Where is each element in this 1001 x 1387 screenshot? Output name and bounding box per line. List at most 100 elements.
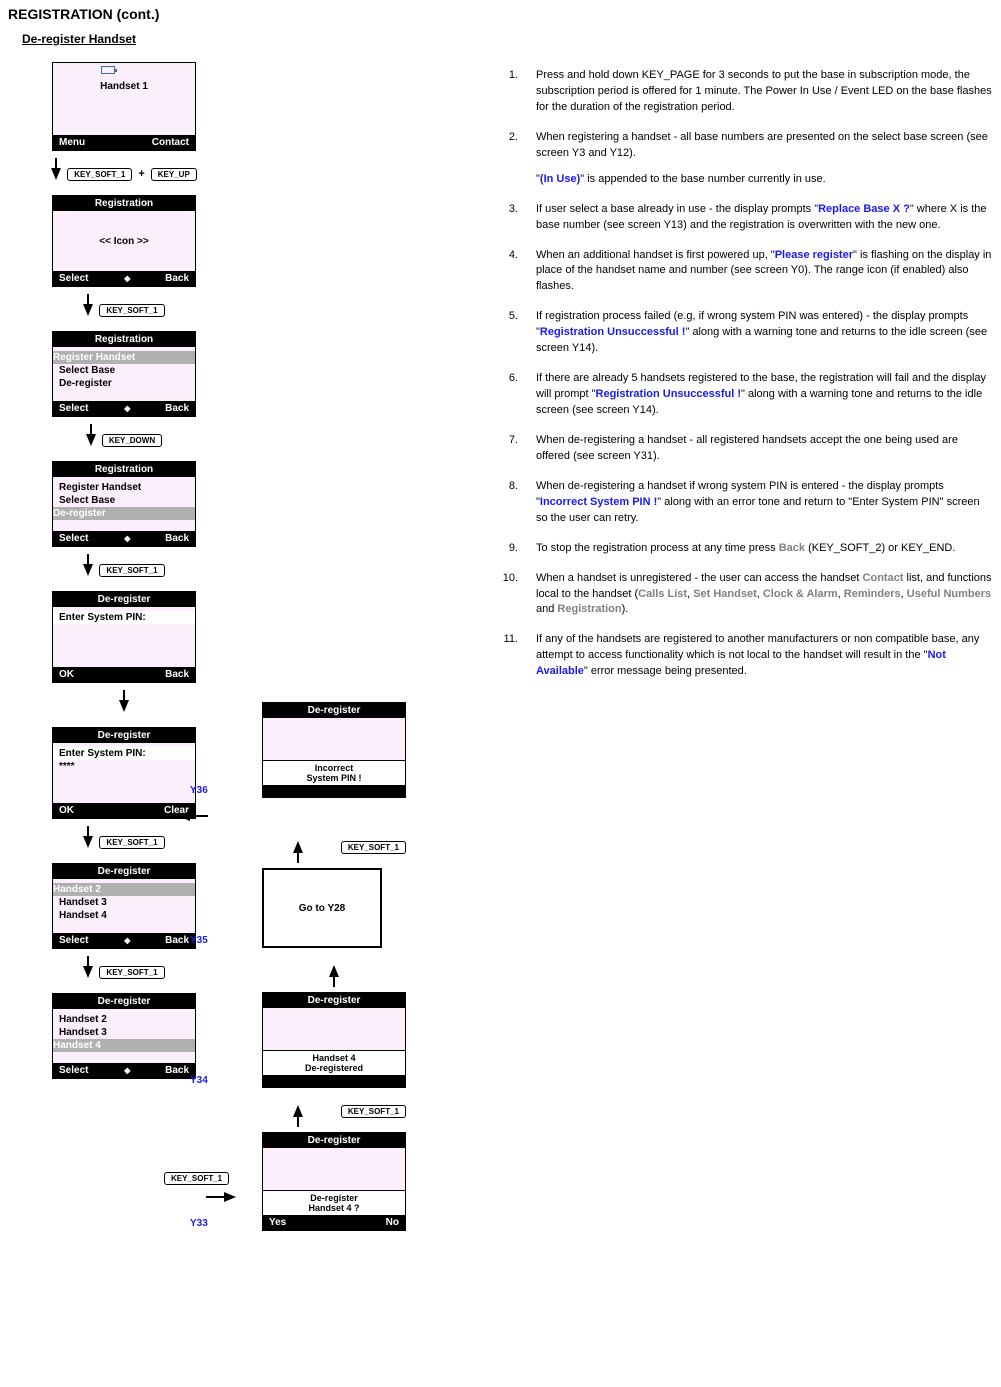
arrow-down-icon xyxy=(119,700,129,712)
prompt-text: Enter System PIN: xyxy=(53,747,195,760)
pin-input[interactable]: **** xyxy=(59,760,189,773)
note-number: 5. xyxy=(498,309,518,357)
page-title: REGISTRATION (cont.) xyxy=(8,6,993,22)
softkey-right[interactable]: Back xyxy=(165,935,189,946)
arrow-up-icon xyxy=(293,841,303,853)
list-item[interactable]: De-register xyxy=(59,377,189,390)
message-line: De-registered xyxy=(305,1063,363,1073)
screen-title: De-register xyxy=(53,592,195,607)
list-item[interactable]: Register Handset xyxy=(59,481,189,494)
list-item[interactable]: Handset 4 xyxy=(59,909,189,922)
arrow-down-icon xyxy=(83,304,93,316)
nav-updown-icon: ◆ xyxy=(124,404,129,413)
screen-label: Y35 xyxy=(190,935,208,946)
softkey-right[interactable]: Back xyxy=(165,669,189,680)
notes-column: 1.Press and hold down KEY_PAGE for 3 sec… xyxy=(498,62,993,694)
screen-y33: Y33 KEY_SOFT_1 De-register De-register H… xyxy=(218,1132,408,1231)
list-item[interactable]: Handset 2 xyxy=(53,883,195,896)
list-item[interactable]: Handset 3 xyxy=(59,1026,189,1039)
note-item: 8.When de-registering a handset if wrong… xyxy=(498,479,993,527)
key-pill: KEY_SOFT_1 xyxy=(99,304,164,317)
softkey-left[interactable]: Select xyxy=(59,935,88,946)
note-number: 11. xyxy=(498,632,518,680)
softkey-left[interactable]: Select xyxy=(59,1065,88,1076)
nav-updown-icon: ◆ xyxy=(124,1066,129,1075)
softkey-right[interactable]: Back xyxy=(165,273,189,284)
list-item[interactable]: De-register xyxy=(53,507,195,520)
note-item: 9.To stop the registration process at an… xyxy=(498,541,993,557)
softkey-left[interactable]: Menu xyxy=(59,137,85,148)
screen-y25: Y25 Handset 1 Menu Contact xyxy=(8,62,198,151)
softkey-left[interactable]: OK xyxy=(59,669,74,680)
screen-title: Registration xyxy=(53,196,195,211)
note-text: If user select a base already in use - t… xyxy=(536,202,993,234)
note-number: 6. xyxy=(498,371,518,419)
key-pill: KEY_SOFT_1 xyxy=(341,841,406,854)
arrow-down-icon xyxy=(51,168,61,180)
softkey-left[interactable]: Yes xyxy=(269,1217,286,1228)
prompt-text: Enter System PIN: xyxy=(53,611,195,624)
note-item: 3. If user select a base already in use -… xyxy=(498,202,993,234)
handset-name: Handset 1 xyxy=(59,81,189,92)
arrow-up-icon xyxy=(293,1105,303,1117)
message-line: Handset 4 ? xyxy=(308,1203,359,1213)
note-text: When a handset is unregistered - the use… xyxy=(536,571,993,619)
note-number: 9. xyxy=(498,541,518,557)
screen-y32: Y32 De-register Handset 2 Handset 3 Hand… xyxy=(8,993,198,1079)
screen-title: De-register xyxy=(263,993,405,1008)
note-text: If any of the handsets are registered to… xyxy=(536,632,993,680)
softkey-right[interactable]: Contact xyxy=(152,137,189,148)
key-pill: KEY_SOFT_1 xyxy=(99,966,164,979)
screen-y36: Y36 De-register Incorrect System PIN ! xyxy=(218,702,408,798)
screen-title: Registration xyxy=(53,332,195,347)
screen-y34: Y34 De-register Handset 4 De-registered xyxy=(218,992,408,1088)
note-text: If registration process failed (e.g, if … xyxy=(536,309,993,357)
note-number: 7. xyxy=(498,433,518,465)
softkey-right[interactable]: Back xyxy=(165,533,189,544)
arrow-down-icon xyxy=(83,564,93,576)
softkey-left[interactable]: Select xyxy=(59,403,88,414)
screen-title: De-register xyxy=(263,1133,405,1148)
note-item: 7. When de-registering a handset - all re… xyxy=(498,433,993,465)
arrow-up-icon xyxy=(329,965,339,977)
note-item: 1.Press and hold down KEY_PAGE for 3 sec… xyxy=(498,68,993,116)
note-item: 4.When an additional handset is first po… xyxy=(498,248,993,296)
list-item[interactable]: Handset 2 xyxy=(59,1013,189,1026)
screen-title: De-register xyxy=(263,703,405,718)
key-pill: KEY_DOWN xyxy=(102,434,162,447)
softkey-right[interactable]: Back xyxy=(165,403,189,414)
key-pill: KEY_UP xyxy=(151,168,197,181)
list-item[interactable]: Select Base xyxy=(59,494,189,507)
section-title: De-register Handset xyxy=(22,32,993,46)
list-item[interactable]: Handset 4 xyxy=(53,1039,195,1052)
note-item: 5. If registration process failed (e.g, i… xyxy=(498,309,993,357)
softkey-left[interactable]: OK xyxy=(59,805,74,816)
note-number: 3. xyxy=(498,202,518,234)
softkey-left[interactable]: Select xyxy=(59,273,88,284)
key-pill: KEY_SOFT_1 xyxy=(99,836,164,849)
screen-y26: Y26 Registration << Icon >> Select ◆ Bac… xyxy=(8,195,198,287)
icon-placeholder: << Icon >> xyxy=(99,236,148,247)
softkey-right[interactable]: Back xyxy=(165,1065,189,1076)
key-pill: KEY_SOFT_1 xyxy=(99,564,164,577)
arrow-down-icon xyxy=(86,434,96,446)
screen-y35: Y35 Go to Y28 xyxy=(218,868,408,948)
note-text: When de-registering a handset if wrong s… xyxy=(536,479,993,527)
list-item[interactable]: Register Handset xyxy=(53,351,195,364)
list-item[interactable]: Select Base xyxy=(59,364,189,377)
screen-y28: Y28 Registration Register Handset Select… xyxy=(8,461,198,547)
arrow-left-icon xyxy=(178,811,190,821)
arrow-down-icon xyxy=(83,836,93,848)
note-item: 6.If there are already 5 handsets regist… xyxy=(498,371,993,419)
screen-title: De-register xyxy=(53,728,195,743)
screen-y30: Y30 De-register Enter System PIN: **** O… xyxy=(8,727,198,819)
note-text: When de-registering a handset - all regi… xyxy=(536,433,993,465)
screen-y31: Y31 De-register Handset 2 Handset 3 Hand… xyxy=(8,863,198,949)
softkey-right[interactable]: No xyxy=(386,1217,399,1228)
list-item[interactable]: Handset 3 xyxy=(59,896,189,909)
screen-label: Y36 xyxy=(190,785,208,796)
softkey-left[interactable]: Select xyxy=(59,533,88,544)
battery-icon xyxy=(101,66,115,74)
screen-title: De-register xyxy=(53,994,195,1009)
key-pill: KEY_SOFT_1 xyxy=(164,1172,229,1185)
